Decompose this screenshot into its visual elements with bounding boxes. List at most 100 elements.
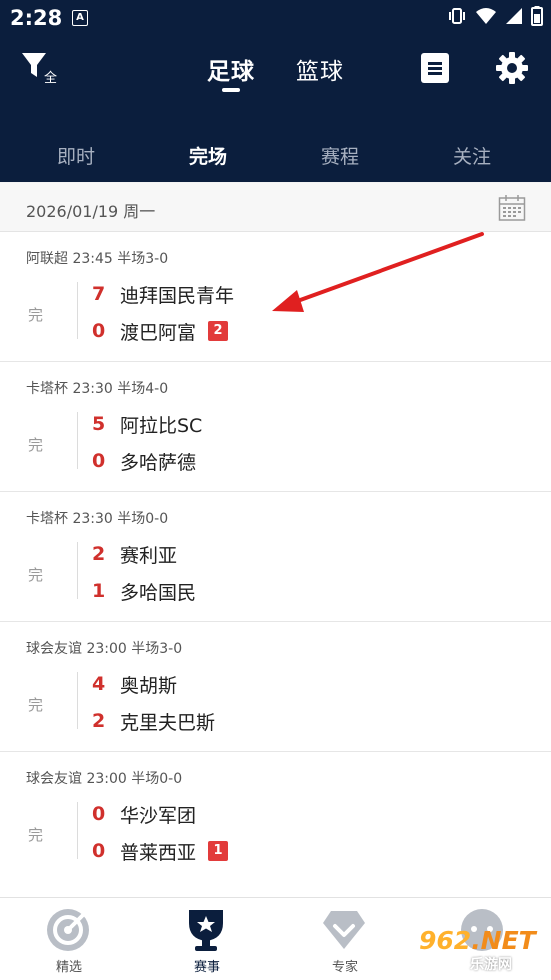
match-card[interactable]: 球会友谊 23:00 半场0-0 完 0 华沙军团 0 普莱西亚 1 xyxy=(0,752,551,882)
nav-experts[interactable]: 专家 xyxy=(276,898,414,980)
home-team-name: 阿拉比SC xyxy=(120,414,203,437)
halftime-score: 半场3-0 xyxy=(131,641,183,657)
home-team-row: 4 奥胡斯 xyxy=(92,669,177,699)
filter-label: 全 xyxy=(44,71,58,86)
away-team-row: 0 多哈萨德 xyxy=(92,446,196,476)
kickoff-time: 23:00 xyxy=(86,641,127,657)
match-status: 完 xyxy=(28,826,44,844)
match-header: 卡塔杯 23:30 半场0-0 xyxy=(26,508,168,528)
kickoff-time: 23:30 xyxy=(72,511,113,527)
kickoff-time: 23:00 xyxy=(86,771,127,787)
away-team-name: 克里夫巴斯 xyxy=(120,711,216,734)
match-status: 完 xyxy=(28,436,44,454)
tab-football[interactable]: 足球 xyxy=(207,52,255,86)
away-team-row: 1 多哈国民 xyxy=(92,576,196,606)
status-bar: 2:28 A xyxy=(0,0,551,36)
home-team-row: 2 赛利亚 xyxy=(92,539,177,569)
match-status: 完 xyxy=(28,696,44,714)
active-tab-indicator xyxy=(222,88,240,92)
divider xyxy=(77,672,78,729)
red-card-badge: 1 xyxy=(208,841,229,861)
league-name: 卡塔杯 xyxy=(26,381,68,397)
match-list: 阿联超 23:45 半场3-0 完 7 迪拜国民青年 0 渡巴阿富 2 卡塔杯 … xyxy=(0,232,551,882)
date-bar: 2026/01/19 周一 xyxy=(0,183,551,232)
home-team-row: 7 迪拜国民青年 xyxy=(92,279,234,309)
nav-label: 精选 xyxy=(55,960,82,975)
signal-icon xyxy=(505,7,523,29)
league-name: 球会友谊 xyxy=(26,641,82,657)
home-team-name: 迪拜国民青年 xyxy=(120,284,235,307)
league-name: 球会友谊 xyxy=(26,771,82,787)
trophy-icon xyxy=(189,910,223,951)
vibrate-icon xyxy=(447,6,467,30)
settings-gear-icon[interactable] xyxy=(494,50,530,86)
match-status: 完 xyxy=(28,566,44,584)
halftime-score: 半场4-0 xyxy=(117,381,169,397)
league-name: 阿联超 xyxy=(26,251,68,267)
wifi-icon xyxy=(475,7,497,29)
subtab-live[interactable]: 即时 xyxy=(57,142,95,169)
divider xyxy=(77,542,78,599)
status-time: 2:28 xyxy=(10,6,63,30)
calendar-icon[interactable] xyxy=(498,194,526,226)
away-score: 0 xyxy=(92,840,106,862)
filter-button[interactable] xyxy=(20,50,64,90)
watermark-sub: 乐游网 xyxy=(470,957,512,973)
date-label: 2026/01/19 周一 xyxy=(26,202,156,221)
nav-events[interactable]: 赛事 xyxy=(138,898,276,980)
match-header: 卡塔杯 23:30 半场4-0 xyxy=(26,378,168,398)
nav-label: 赛事 xyxy=(193,960,220,975)
nav-featured[interactable]: 精选 xyxy=(0,898,138,980)
away-team-name: 多哈国民 xyxy=(120,581,197,604)
divider xyxy=(77,412,78,469)
red-card-badge: 2 xyxy=(208,321,229,341)
away-score: 0 xyxy=(92,320,106,342)
home-team-row: 5 阿拉比SC xyxy=(92,409,202,439)
match-card[interactable]: 卡塔杯 23:30 半场0-0 完 2 赛利亚 1 多哈国民 xyxy=(0,492,551,622)
away-team-row: 2 克里夫巴斯 xyxy=(92,706,215,736)
kickoff-time: 23:30 xyxy=(72,381,113,397)
subtab-following[interactable]: 关注 xyxy=(453,142,491,169)
divider xyxy=(77,282,78,339)
match-card[interactable]: 卡塔杯 23:30 半场4-0 完 5 阿拉比SC 0 多哈萨德 xyxy=(0,362,551,492)
away-team-row: 0 普莱西亚 1 xyxy=(92,836,229,866)
match-header: 球会友谊 23:00 半场3-0 xyxy=(26,638,182,658)
home-score: 5 xyxy=(92,413,106,435)
expert-badge-icon xyxy=(323,911,365,949)
status-icons xyxy=(447,6,543,30)
home-score: 7 xyxy=(92,283,106,305)
tab-basketball[interactable]: 篮球 xyxy=(296,52,344,86)
divider xyxy=(77,802,78,859)
watermark-logo: 962.NET 乐游网 xyxy=(414,922,546,974)
halftime-score: 半场3-0 xyxy=(117,251,169,267)
subtab-finished[interactable]: 完场 xyxy=(189,142,227,169)
halftime-score: 半场0-0 xyxy=(117,511,169,527)
match-card[interactable]: 球会友谊 23:00 半场3-0 完 4 奥胡斯 2 克里夫巴斯 xyxy=(0,622,551,752)
match-card[interactable]: 阿联超 23:45 半场3-0 完 7 迪拜国民青年 0 渡巴阿富 2 xyxy=(0,232,551,362)
home-score: 0 xyxy=(92,803,106,825)
home-score: 2 xyxy=(92,543,106,565)
league-name: 卡塔杯 xyxy=(26,511,68,527)
battery-icon xyxy=(531,6,543,30)
match-header: 阿联超 23:45 半场3-0 xyxy=(26,248,168,268)
home-team-name: 奥胡斯 xyxy=(120,674,178,697)
away-score: 1 xyxy=(92,580,106,602)
document-icon[interactable] xyxy=(421,53,449,83)
home-team-name: 赛利亚 xyxy=(120,544,178,567)
watermark-suffix: .NET xyxy=(471,926,536,955)
notification-icon: A xyxy=(72,10,88,26)
kickoff-time: 23:45 xyxy=(72,251,113,267)
away-team-name: 多哈萨德 xyxy=(120,451,197,474)
halftime-score: 半场0-0 xyxy=(131,771,183,787)
home-score: 4 xyxy=(92,673,106,695)
subtab-schedule[interactable]: 赛程 xyxy=(321,142,359,169)
nav-label: 专家 xyxy=(331,960,358,975)
watermark-number: 962 xyxy=(419,926,472,955)
away-team-name: 渡巴阿富 xyxy=(120,321,197,344)
home-team-row: 0 华沙军团 xyxy=(92,799,196,829)
away-team-name: 普莱西亚 xyxy=(120,841,197,864)
away-score: 0 xyxy=(92,450,106,472)
away-team-row: 0 渡巴阿富 2 xyxy=(92,316,229,346)
away-score: 2 xyxy=(92,710,106,732)
top-header: 2:28 A 全 足球 篮球 即时 完场 赛程 关注 xyxy=(0,0,551,182)
